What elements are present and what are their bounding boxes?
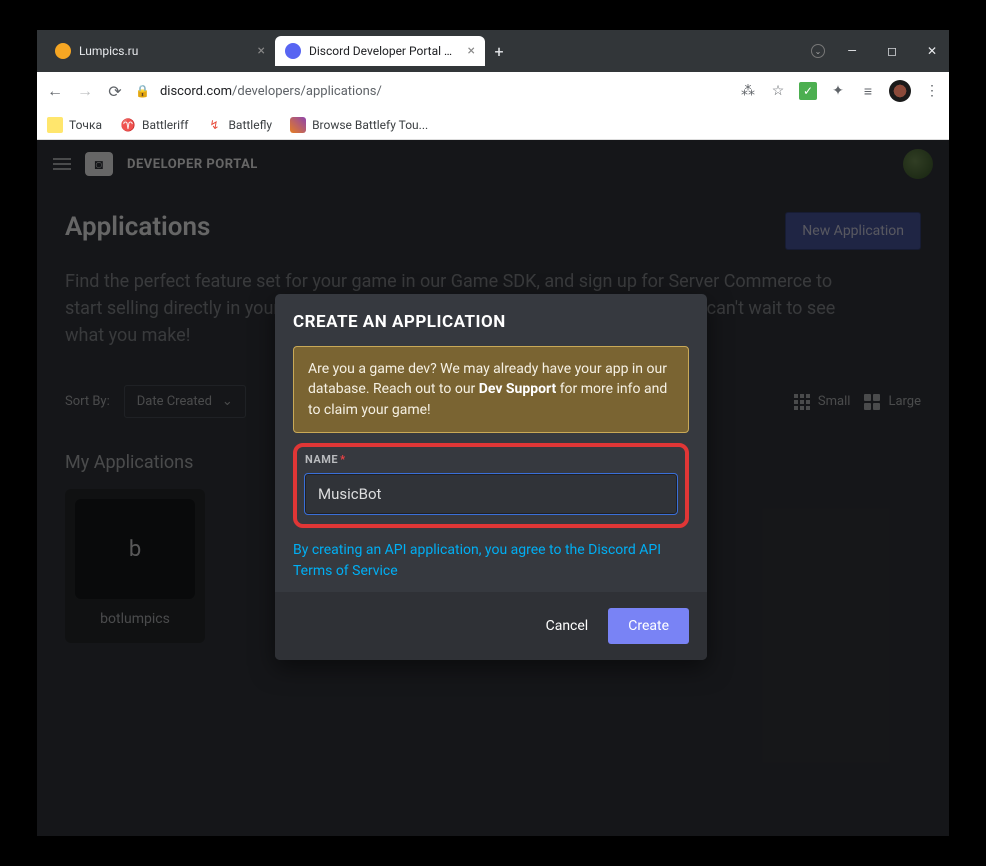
- star-icon[interactable]: ☆: [769, 82, 787, 100]
- url-box[interactable]: 🔒 discord.com/developers/applications/: [135, 84, 729, 99]
- tab-title: Lumpics.ru: [79, 44, 250, 58]
- puzzle-icon[interactable]: ✦: [829, 82, 847, 100]
- browser-window: Lumpics.ru × Discord Developer Portal — …: [37, 30, 949, 836]
- minimize-icon[interactable]: —: [843, 44, 861, 58]
- reading-list-icon[interactable]: ≡: [859, 82, 877, 100]
- new-tab-button[interactable]: +: [485, 37, 513, 65]
- dev-support-link[interactable]: Dev Support: [479, 381, 556, 397]
- bookmark-item[interactable]: Browse Battlefy Tou...: [290, 117, 428, 133]
- create-button[interactable]: Create: [608, 608, 689, 644]
- modal-footer: Cancel Create: [275, 592, 707, 660]
- maximize-icon[interactable]: ◻: [883, 44, 901, 58]
- tos-link[interactable]: By creating an API application, you agre…: [293, 540, 689, 582]
- flame-icon: ↯: [206, 117, 222, 133]
- menu-icon[interactable]: ⋮: [923, 82, 941, 100]
- close-icon[interactable]: ×: [468, 43, 475, 59]
- forward-icon[interactable]: →: [75, 81, 95, 101]
- favicon-icon: [55, 43, 71, 59]
- close-icon[interactable]: ×: [258, 43, 265, 59]
- info-banner: Are you a game dev? We may already have …: [293, 346, 689, 433]
- tab-discord[interactable]: Discord Developer Portal — My A ×: [275, 36, 485, 66]
- tab-title: Discord Developer Portal — My A: [309, 44, 460, 58]
- url-path: /developers/applications/: [232, 84, 382, 99]
- modal-title: CREATE AN APPLICATION: [293, 312, 689, 332]
- titlebar: Lumpics.ru × Discord Developer Portal — …: [37, 30, 949, 72]
- bookmark-item[interactable]: ♈Battleriff: [120, 117, 188, 133]
- translate-icon[interactable]: ⁂: [739, 82, 757, 100]
- favicon-icon: [285, 43, 301, 59]
- tab-lumpics[interactable]: Lumpics.ru ×: [45, 36, 275, 66]
- discord-page: ◙ DEVELOPER PORTAL Applications New Appl…: [37, 140, 949, 836]
- name-label: NAME*: [305, 453, 677, 466]
- close-icon[interactable]: ✕: [923, 44, 941, 58]
- profile-avatar[interactable]: [889, 80, 911, 102]
- window-controls: — ◻ ✕: [843, 44, 941, 58]
- bookmarks-bar: Точка ♈Battleriff ↯Battlefly Browse Batt…: [37, 110, 949, 140]
- back-icon[interactable]: ←: [45, 81, 65, 101]
- create-application-modal: CREATE AN APPLICATION Are you a game dev…: [275, 294, 707, 660]
- lock-icon: 🔒: [135, 84, 150, 98]
- cancel-button[interactable]: Cancel: [546, 618, 589, 634]
- highlight-box: NAME*: [293, 443, 689, 528]
- shield-icon: ♈: [120, 117, 136, 133]
- url-domain: discord.com: [160, 84, 232, 99]
- reload-icon[interactable]: ⟳: [105, 82, 125, 101]
- extension-icon[interactable]: ✓: [799, 82, 817, 100]
- bookmark-item[interactable]: ↯Battlefly: [206, 117, 272, 133]
- address-bar: ← → ⟳ 🔒 discord.com/developers/applicati…: [37, 72, 949, 110]
- name-input[interactable]: [305, 474, 677, 514]
- bookmark-item[interactable]: Точка: [47, 117, 102, 133]
- tab-search-icon[interactable]: ⌄: [811, 44, 825, 58]
